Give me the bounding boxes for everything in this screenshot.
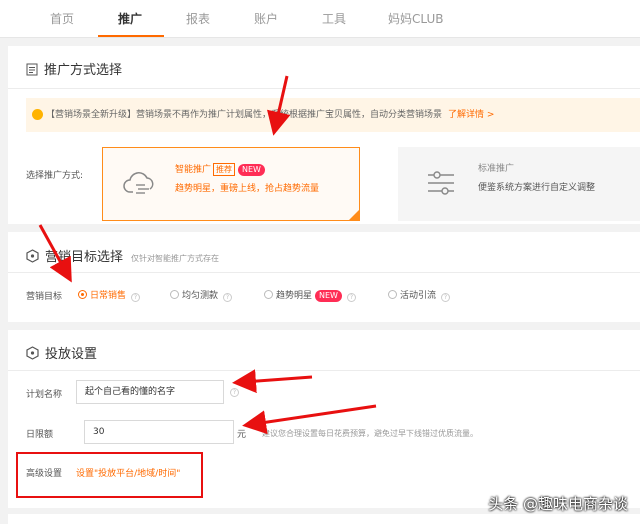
budget-hint: 建议您合理设置每日花费预算，避免过早下线错过优质流量。 xyxy=(262,429,478,438)
section-title-text: 营销目标选择 xyxy=(45,250,124,265)
nav-mama-club[interactable]: 妈妈CLUB xyxy=(388,10,443,27)
standard-promotion-option[interactable]: 标准推广 便鉴系统方案进行自定义调整 xyxy=(398,147,640,221)
goal-even-test[interactable]: 均匀测款? xyxy=(170,288,233,302)
budget-unit: 元 xyxy=(237,430,247,440)
radio-icon xyxy=(264,290,273,299)
help-icon[interactable]: ? xyxy=(441,293,451,302)
nav-home[interactable]: 首页 xyxy=(50,10,74,27)
plan-name-label: 计划名称 xyxy=(26,390,63,400)
smart-promotion-option[interactable]: 智能推广 推荐 NEW 趋势明星，重磅上线，抢占趋势流量 xyxy=(102,147,360,221)
sliders-icon xyxy=(426,169,456,201)
help-icon[interactable]: ? xyxy=(131,293,141,302)
help-icon[interactable]: ? xyxy=(346,293,356,302)
standard-option-name: 标准推广 xyxy=(478,164,515,174)
cloud-data-icon xyxy=(123,170,157,202)
promotion-method-card: 推广方式选择 【营销场景全新升级】营销场景不再作为推广计划属性，系统根据推广宝贝… xyxy=(8,46,640,224)
smart-option-name: 智能推广 推荐 NEW xyxy=(175,162,265,176)
radio-icon xyxy=(388,290,397,299)
nav-promotion[interactable]: 推广 xyxy=(118,10,142,27)
section-title-text: 投放设置 xyxy=(45,347,98,362)
new-tag: NEW xyxy=(238,164,265,176)
document-icon xyxy=(26,63,38,80)
marketing-goal-card: 营销目标选择 仅针对智能推广方式存在 营销目标 日常销售? 均匀测款? 趋势明星 N… xyxy=(8,232,640,322)
divider xyxy=(8,88,640,89)
warning-icon xyxy=(32,109,43,120)
section-title: 营销目标选择 仅针对智能推广方式存在 xyxy=(26,246,219,267)
section-title: 推广方式选择 xyxy=(26,59,122,80)
help-icon[interactable]: ? xyxy=(230,388,239,397)
method-label: 选择推广方式: xyxy=(26,171,84,181)
nav-tools[interactable]: 工具 xyxy=(322,10,346,27)
notice-text: 【营销场景全新升级】营销场景不再作为推广计划属性，系统根据推广宝贝属性，自动分类… xyxy=(46,110,443,120)
recommend-tag: 推荐 xyxy=(213,163,236,176)
divider xyxy=(8,272,640,273)
nav-active-indicator xyxy=(98,35,164,37)
divider xyxy=(8,370,640,371)
plan-name-input[interactable]: 起个自己看的懂的名字 xyxy=(76,380,224,404)
daily-budget-input[interactable]: 30 xyxy=(84,420,234,444)
annotation-box xyxy=(16,452,203,498)
hexagon-icon xyxy=(26,346,39,364)
goal-daily-sales[interactable]: 日常销售? xyxy=(78,288,141,302)
next-section-card xyxy=(8,514,640,524)
smart-option-desc: 趋势明星，重磅上线，抢占趋势流量 xyxy=(175,184,320,194)
goal-label: 营销目标 xyxy=(26,292,63,302)
goal-trend-star[interactable]: 趋势明星 NEW? xyxy=(264,288,356,302)
nav-account[interactable]: 账户 xyxy=(254,10,278,27)
new-tag: NEW xyxy=(315,290,342,302)
goal-activity-traffic[interactable]: 活动引流? xyxy=(388,288,451,302)
section-subtitle: 仅针对智能推广方式存在 xyxy=(131,254,220,263)
daily-budget-label: 日限额 xyxy=(26,430,54,440)
radio-checked-icon xyxy=(78,290,87,299)
section-title: 投放设置 xyxy=(26,343,97,364)
notice-bar: 【营销场景全新升级】营销场景不再作为推广计划属性，系统根据推广宝贝属性，自动分类… xyxy=(26,98,640,132)
help-icon[interactable]: ? xyxy=(223,293,233,302)
hexagon-icon xyxy=(26,249,39,267)
radio-icon xyxy=(170,290,179,299)
top-nav: 首页 推广 报表 账户 工具 妈妈CLUB xyxy=(0,0,640,38)
section-title-text: 推广方式选择 xyxy=(44,63,123,78)
selected-corner-mark xyxy=(349,210,359,220)
nav-reports[interactable]: 报表 xyxy=(186,10,210,27)
standard-option-desc: 便鉴系统方案进行自定义调整 xyxy=(478,183,596,193)
watermark: 头条 @趣味电商杂谈 xyxy=(488,495,628,513)
learn-more-link[interactable]: 了解详情 > xyxy=(448,110,494,120)
